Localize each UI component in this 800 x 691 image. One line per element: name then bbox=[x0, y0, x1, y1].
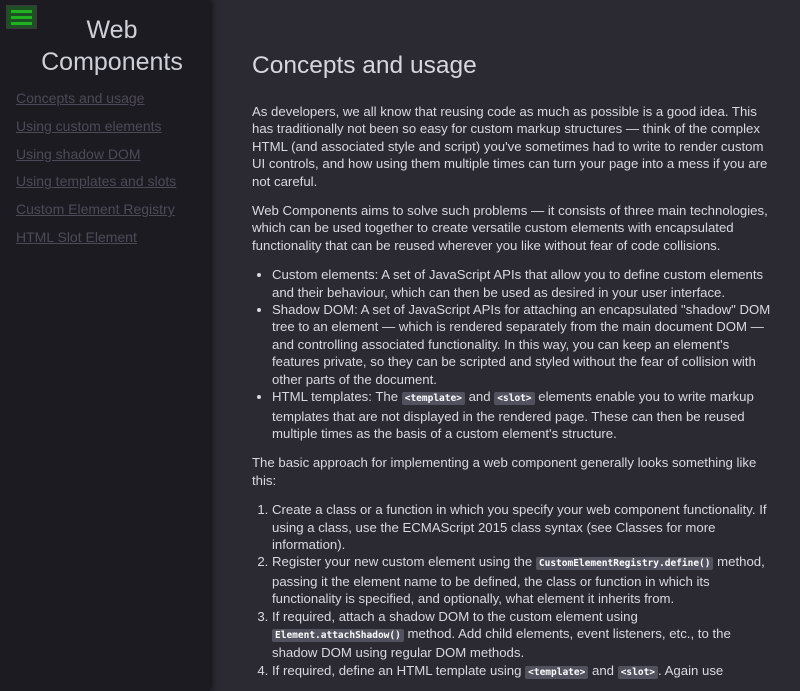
nav-item: Concepts and usage bbox=[16, 89, 176, 117]
text: HTML templates: The bbox=[272, 389, 402, 405]
sidebar: Web Components Concepts and usage Using … bbox=[0, 0, 210, 691]
intro-paragraph: As developers, we all know that reusing … bbox=[252, 104, 768, 189]
site-title-line2: Components bbox=[41, 48, 183, 76]
site-title-line1: Web bbox=[86, 16, 138, 44]
step-item-1: Create a class or a function in which yo… bbox=[272, 501, 772, 553]
code-slot: <slot> bbox=[617, 665, 659, 679]
approach-paragraph: The basic approach for implementing a we… bbox=[252, 455, 757, 488]
code-template: <template> bbox=[525, 665, 589, 679]
technologies-list: Custom elements: A set of JavaScript API… bbox=[252, 266, 772, 442]
code-slot: <slot> bbox=[494, 392, 535, 406]
main-content: Concepts and usage As developers, we all… bbox=[252, 0, 772, 681]
nav-link-using-custom-elements[interactable]: Using custom elements bbox=[16, 118, 162, 134]
nav-link-using-shadow-dom[interactable]: Using shadow DOM bbox=[16, 146, 141, 162]
text: If required, define an HTML template usi… bbox=[272, 662, 526, 678]
code-template: <template> bbox=[401, 392, 465, 406]
step-item-4: If required, define an HTML template usi… bbox=[272, 662, 772, 681]
list-item-shadow-dom: Shadow DOM: A set of JavaScript APIs for… bbox=[272, 301, 772, 388]
code-attach-shadow: Element.attachShadow() bbox=[272, 628, 404, 642]
sidebar-nav: Concepts and usage Using custom elements… bbox=[16, 89, 176, 256]
nav-item: Using custom elements bbox=[16, 117, 176, 145]
nav-link-html-slot-element[interactable]: HTML Slot Element bbox=[16, 229, 137, 245]
nav-link-concepts-and-usage[interactable]: Concepts and usage bbox=[16, 90, 144, 106]
nav-link-using-templates-and-slots[interactable]: Using templates and slots bbox=[16, 173, 176, 189]
menu-bar bbox=[11, 9, 32, 13]
nav-item: Using templates and slots bbox=[16, 172, 176, 200]
text: . Again use bbox=[658, 662, 724, 678]
list-item-custom-elements: Custom elements: A set of JavaScript API… bbox=[272, 266, 772, 301]
text: Register your new custom element using t… bbox=[272, 554, 536, 570]
nav-item: Custom Element Registry bbox=[16, 200, 176, 228]
list-item-html-templates: HTML templates: The <template> and <slot… bbox=[272, 388, 772, 442]
technologies-paragraph: Web Components aims to solve such proble… bbox=[252, 203, 768, 253]
steps-list: Create a class or a function in which yo… bbox=[252, 501, 772, 681]
nav-item: HTML Slot Element bbox=[16, 228, 176, 256]
nav-link-custom-element-registry[interactable]: Custom Element Registry bbox=[16, 201, 175, 217]
nav-item: Using shadow DOM bbox=[16, 145, 176, 173]
code-define: CustomElementRegistry.define() bbox=[535, 557, 714, 571]
text: and bbox=[588, 662, 618, 678]
text: If required, attach a shadow DOM to the … bbox=[272, 608, 638, 624]
step-item-3: If required, attach a shadow DOM to the … bbox=[272, 608, 772, 662]
step-item-2: Register your new custom element using t… bbox=[272, 553, 772, 607]
page-heading: Concepts and usage bbox=[252, 52, 477, 79]
site-title: Web Components bbox=[0, 14, 224, 78]
text: and bbox=[464, 389, 495, 405]
